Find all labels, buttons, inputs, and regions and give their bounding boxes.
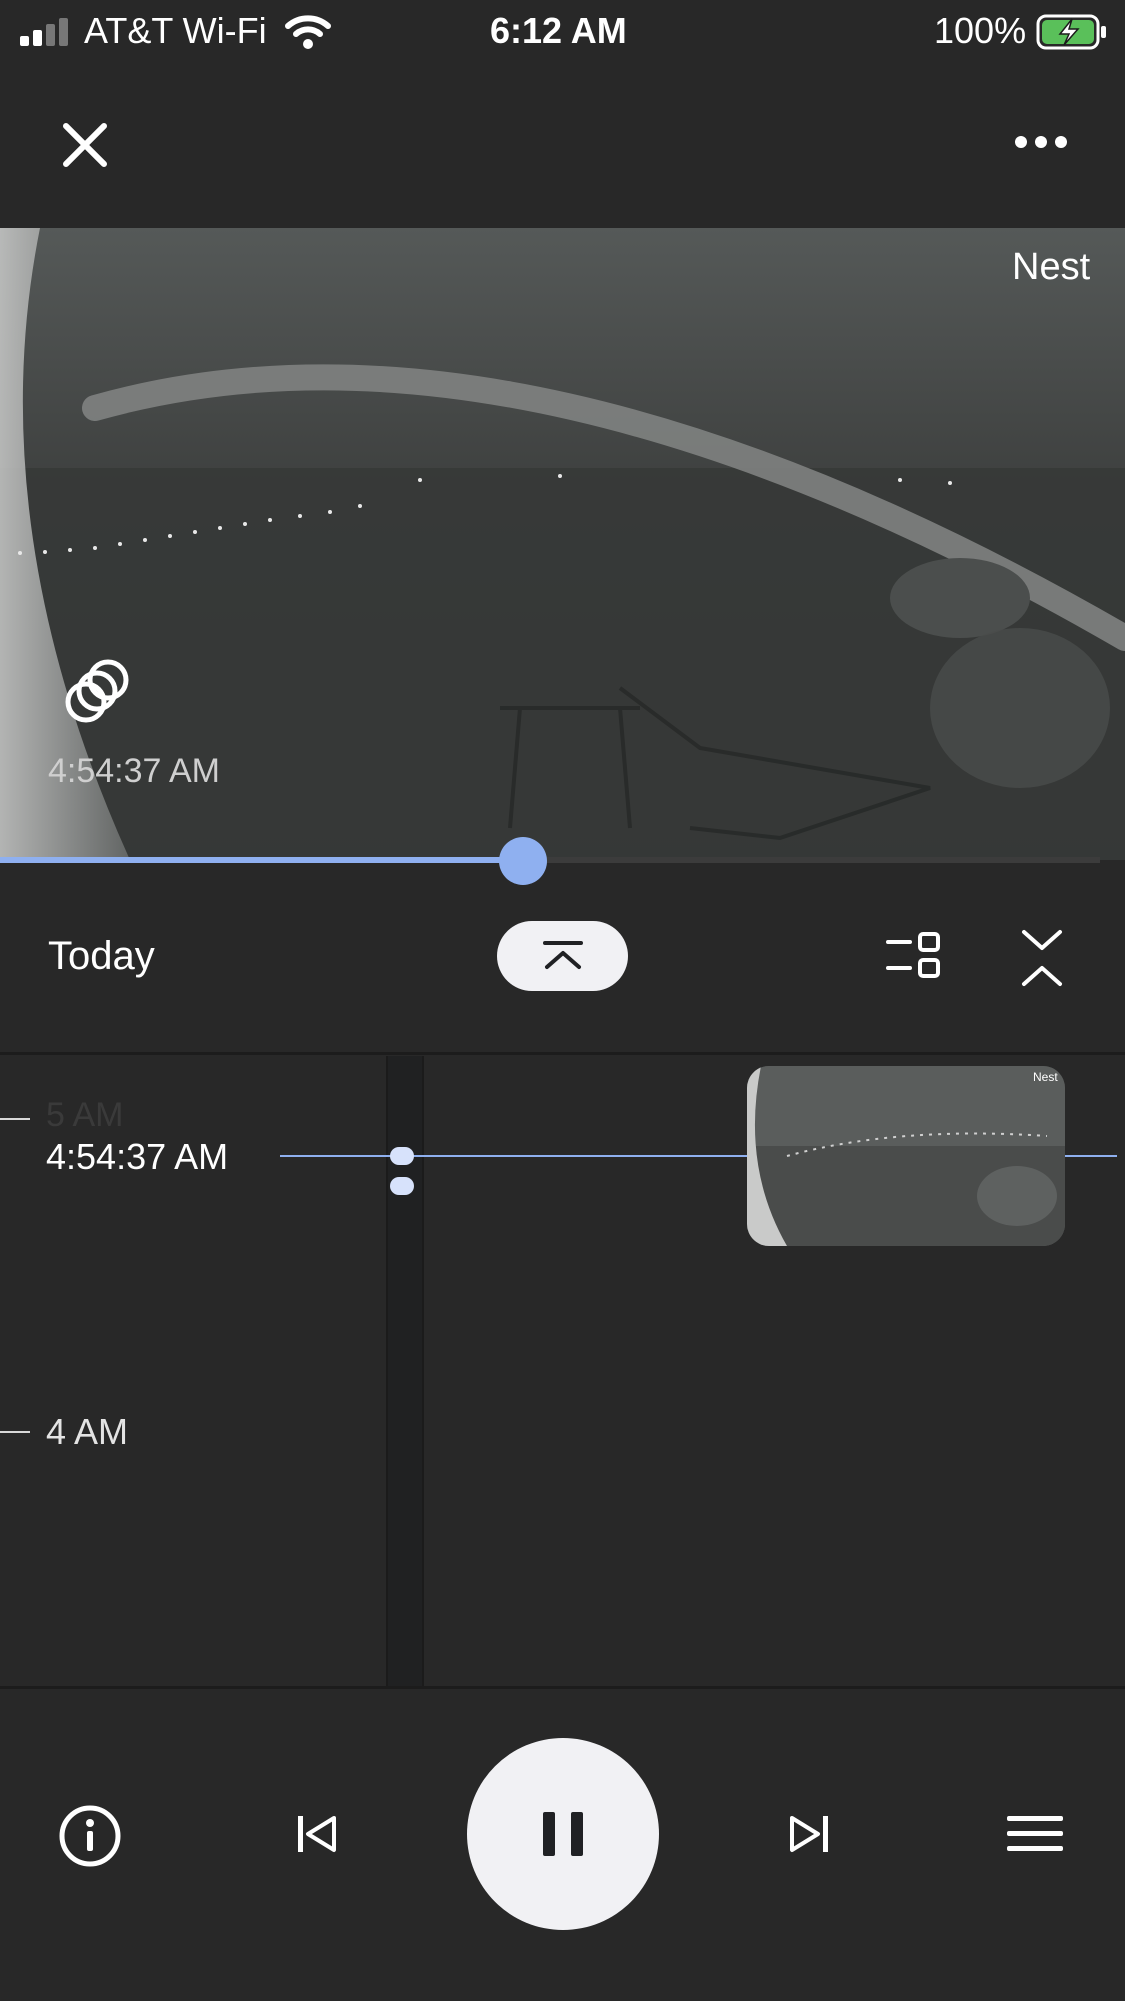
thumbnail-scene (747, 1066, 1065, 1246)
tick-4am (0, 1431, 30, 1433)
event-marker[interactable] (390, 1177, 414, 1195)
more-horizontal-icon[interactable] (1014, 134, 1068, 150)
skip-next-icon[interactable] (786, 1812, 830, 1856)
pause-icon (543, 1812, 583, 1856)
tick-5am (0, 1118, 30, 1120)
hour-label-4am: 4 AM (46, 1411, 129, 1452)
clock: 6:12 AM (490, 10, 627, 51)
timeline-controls: Today (0, 880, 1125, 1054)
wifi-icon (284, 14, 332, 50)
battery-charging-icon (1036, 14, 1108, 50)
pause-button[interactable] (467, 1738, 659, 1930)
status-bar: AT&T Wi-Fi 6:12 AM 100% (0, 0, 1125, 64)
close-icon[interactable] (60, 120, 110, 170)
divider-bottom (0, 1686, 1125, 1689)
event-thumbnail[interactable]: Nest (747, 1066, 1065, 1246)
scrubber-progress (0, 857, 523, 863)
jump-to-top-icon (543, 941, 583, 969)
hour-label-partial: 5 AM (46, 1096, 124, 1134)
video-timestamp: 4:54:37 AM (48, 752, 221, 790)
date-label: Today (48, 934, 155, 978)
camera-video[interactable]: Nest 4:54:37 AM (0, 228, 1125, 860)
menu-icon[interactable] (1007, 1814, 1063, 1854)
event-timeline[interactable]: 5 AM 4:54:37 AM Nest 4 AM (0, 1056, 1125, 1686)
event-marker[interactable] (390, 1147, 414, 1165)
nest-watermark: Nest (1012, 246, 1091, 288)
filter-icon[interactable] (886, 932, 942, 978)
skip-previous-icon[interactable] (296, 1812, 340, 1856)
thumbnail-watermark: Nest (1033, 1070, 1058, 1084)
current-time-label: 4:54:37 AM (46, 1136, 229, 1177)
battery-percent: 100% (934, 10, 1027, 51)
info-icon[interactable] (58, 1804, 122, 1868)
jump-to-top-button[interactable] (497, 921, 628, 991)
collapse-expand-icon[interactable] (1020, 926, 1064, 990)
signal-icon (20, 18, 72, 46)
divider-top (0, 1052, 1125, 1055)
playback-bar (0, 1690, 1125, 2001)
header (0, 64, 1125, 228)
carrier-label: AT&T Wi-Fi (84, 10, 267, 51)
scrubber-handle[interactable] (499, 837, 547, 885)
motion-circles-icon (64, 658, 130, 724)
